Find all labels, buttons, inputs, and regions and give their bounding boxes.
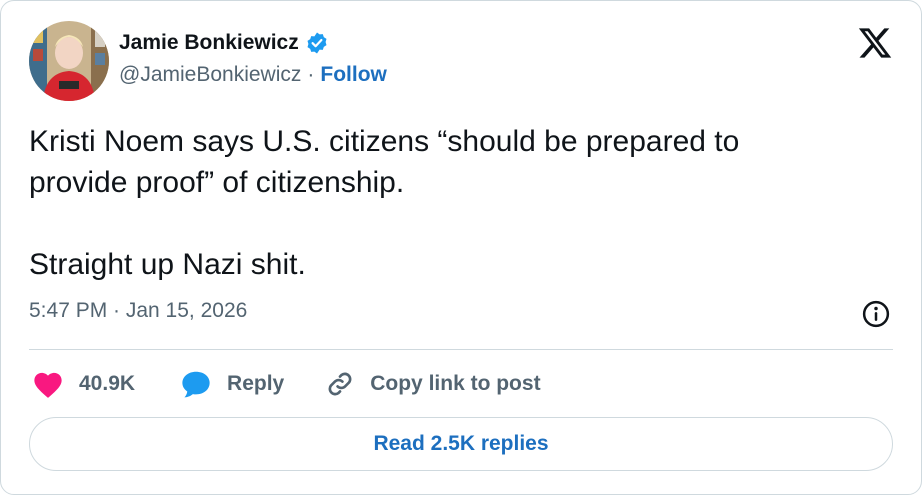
author-name-row: Jamie Bonkiewicz — [119, 31, 329, 55]
author-handle[interactable]: @JamieBonkiewicz — [119, 63, 301, 87]
link-icon — [324, 368, 356, 400]
tweet-text: Kristi Noem says U.S. citizens “should b… — [29, 125, 740, 281]
divider — [29, 349, 893, 350]
follow-link[interactable]: Follow — [320, 63, 387, 87]
copy-link-button[interactable]: Copy link to post — [324, 368, 541, 400]
copy-link-label: Copy link to post — [370, 372, 541, 395]
x-logo-icon[interactable] — [857, 25, 893, 61]
verified-badge-icon — [305, 31, 329, 55]
avatar[interactable] — [29, 21, 109, 101]
heart-icon — [31, 369, 65, 399]
reply-button[interactable]: Reply — [179, 369, 284, 399]
author-display-name[interactable]: Jamie Bonkiewicz — [119, 31, 299, 55]
handle-separator: · — [307, 63, 315, 86]
tweet-timestamp[interactable]: 5:47 PM · Jan 15, 2026 — [29, 299, 247, 323]
read-replies-button[interactable]: Read 2.5K replies — [29, 417, 893, 471]
avatar-image — [29, 21, 109, 101]
like-count: 40.9K — [79, 372, 136, 395]
tweet-card: Jamie Bonkiewicz @JamieBonkiewicz · Foll… — [0, 0, 922, 495]
info-icon[interactable] — [861, 299, 891, 329]
author-handle-row: @JamieBonkiewicz · Follow — [119, 63, 387, 87]
tweet-actions: 40.9K Reply Copy link to post — [31, 367, 541, 401]
speech-bubble-icon — [179, 369, 213, 399]
like-button[interactable]: 40.9K — [31, 369, 135, 399]
reply-label: Reply — [227, 372, 285, 395]
